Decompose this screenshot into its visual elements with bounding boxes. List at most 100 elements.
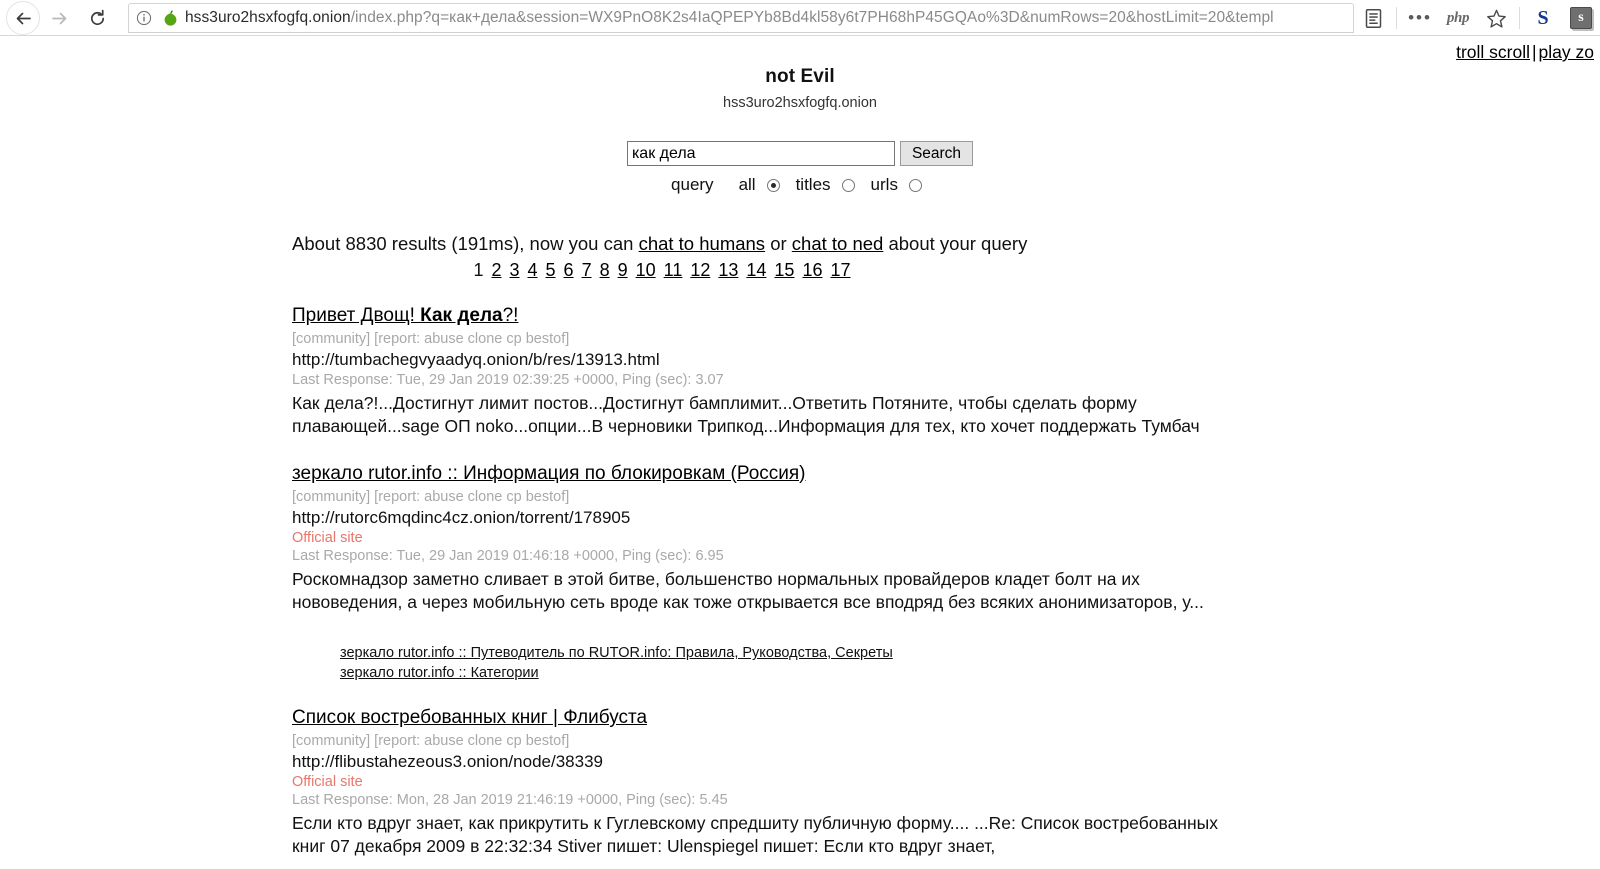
bookmark-button[interactable]	[1477, 0, 1515, 36]
toolbar-icon-group: ••• php S s	[1354, 0, 1600, 36]
back-arrow-icon	[16, 12, 31, 24]
summary-prefix: About 8830 results (191ms), now you can	[292, 233, 639, 254]
scope-option-urls-label: urls	[870, 175, 898, 194]
site-header: not Evil hss3uro2hsxfogfq.onion	[0, 36, 1600, 111]
result-url[interactable]: http://tumbachegvyaadyq.onion/b/res/1391…	[292, 350, 1570, 370]
official-site-badge: Official site	[292, 774, 363, 791]
reload-button[interactable]	[78, 0, 116, 36]
onion-icon	[164, 10, 176, 26]
scope-option-titles-label: titles	[795, 175, 831, 194]
reader-view-icon	[1365, 8, 1381, 28]
result-sublink[interactable]: зеркало rutor.info :: Путеводитель по RU…	[340, 644, 1570, 664]
star-icon	[1486, 9, 1506, 28]
result-snippet: Как дела?!...Достигнут лимит постов...До…	[292, 393, 1200, 437]
search-button[interactable]: Search	[899, 141, 974, 166]
results-region: About 8830 results (191ms), now you can …	[0, 233, 1600, 859]
pagination-page[interactable]: 8	[600, 260, 610, 280]
page-content: troll scroll | play zo not Evil hss3uro2hs…	[0, 36, 1600, 869]
pagination-page[interactable]: 2	[491, 260, 501, 280]
search-result-item: Привет Двощ! Как дела?! [community] [rep…	[292, 305, 1570, 439]
site-title: not Evil	[765, 66, 835, 87]
summary-middle: or	[765, 233, 792, 254]
corner-link-separator: |	[1532, 42, 1537, 62]
reader-view-button[interactable]	[1354, 0, 1392, 36]
toolbar-divider-2	[1519, 7, 1520, 29]
scope-radio-titles[interactable]	[841, 178, 855, 192]
scope-radio-all[interactable]	[766, 178, 780, 192]
scope-label: query	[671, 175, 714, 194]
result-tags[interactable]: [community] [report: abuse clone cp best…	[292, 331, 1570, 347]
pagination-page[interactable]: 11	[664, 260, 683, 280]
result-meta: Last Response: Tue, 29 Jan 2019 01:46:18…	[292, 547, 724, 564]
pagination-page[interactable]: 5	[546, 260, 556, 280]
result-meta: Last Response: Tue, 29 Jan 2019 02:39:25…	[292, 372, 724, 388]
result-tags[interactable]: [community] [report: abuse clone cp best…	[292, 489, 1570, 505]
search-result-item: Список востребованных книг | Флибуста [c…	[292, 707, 1570, 859]
forward-button[interactable]	[40, 0, 78, 36]
result-title-highlight: Как дела	[420, 305, 503, 326]
result-url[interactable]: http://flibustahezeous3.onion/node/38339	[292, 752, 1570, 772]
pagination-page[interactable]: 3	[510, 260, 520, 280]
pagination-page[interactable]: 17	[830, 260, 850, 280]
search-scope-row: query all titles urls	[0, 175, 1600, 195]
url-text: hss3uro2hsxfogfq.onion/index.php?q=как+д…	[181, 9, 1353, 27]
chat-to-ned-link[interactable]: chat to ned	[792, 233, 884, 254]
onion-favicon	[159, 9, 181, 27]
pagination-page[interactable]: 9	[618, 260, 628, 280]
pagination-page[interactable]: 10	[636, 260, 656, 280]
result-meta: Last Response: Mon, 28 Jan 2019 21:46:19…	[292, 792, 728, 809]
forward-arrow-icon	[51, 12, 66, 24]
search-input[interactable]	[626, 141, 895, 166]
info-circle-icon	[136, 10, 152, 26]
pagination-page[interactable]: 7	[582, 260, 592, 280]
extension-s2-button[interactable]: s	[1562, 0, 1600, 36]
site-domain: hss3uro2hsxfogfq.onion	[723, 95, 877, 111]
pagination-page[interactable]: 6	[564, 260, 574, 280]
search-form: Search query all titles urls	[0, 141, 1600, 195]
official-site-badge: Official site	[292, 529, 363, 546]
url-host: hss3uro2hsxfogfq.onion	[185, 9, 351, 26]
summary-suffix: about your query	[883, 233, 1028, 254]
more-options-button[interactable]: •••	[1401, 0, 1439, 36]
more-options-icon: •••	[1408, 8, 1432, 27]
result-title-tail: ?!	[502, 305, 519, 326]
result-tags[interactable]: [community] [report: abuse clone cp best…	[292, 733, 1570, 749]
result-sublink[interactable]: зеркало rutor.info :: Категории	[340, 664, 1570, 684]
pagination-page[interactable]: 4	[528, 260, 538, 280]
result-title-text: Привет Двощ!	[292, 305, 421, 326]
play-zone-link[interactable]: play zo	[1539, 42, 1594, 62]
chat-to-humans-link[interactable]: chat to humans	[639, 233, 766, 254]
search-row: Search	[626, 141, 974, 166]
php-icon: php	[1446, 9, 1470, 26]
results-summary: About 8830 results (191ms), now you can …	[292, 233, 1570, 255]
result-url[interactable]: http://rutorc6mqdinc4cz.onion/torrent/17…	[292, 508, 1570, 528]
pagination-page[interactable]: 14	[746, 260, 766, 280]
browser-toolbar: hss3uro2hsxfogfq.onion/index.php?q=как+д…	[0, 0, 1600, 36]
site-info-button[interactable]	[129, 10, 159, 26]
extension-s-button[interactable]: S	[1524, 0, 1562, 36]
result-title-link[interactable]: зеркало rutor.info :: Информация по блок…	[292, 463, 806, 485]
search-result-item: зеркало rutor.info :: Информация по блок…	[292, 463, 1570, 684]
scope-radio-urls[interactable]	[908, 178, 922, 192]
address-bar[interactable]: hss3uro2hsxfogfq.onion/index.php?q=как+д…	[128, 3, 1354, 33]
php-extension-button[interactable]: php	[1439, 0, 1477, 36]
result-title-link[interactable]: Привет Двощ! Как дела?!	[292, 305, 518, 327]
back-button[interactable]	[6, 1, 40, 35]
pagination-page[interactable]: 12	[690, 260, 710, 280]
boxed-s-icon: s	[1570, 7, 1592, 29]
toolbar-divider	[1396, 7, 1397, 29]
pagination: 1 2 3 4 5 6 7 8 9 10 11 12 13 14 15 16 17	[292, 260, 1032, 281]
result-snippet: Роскомнадзор заметно сливает в этой битв…	[292, 568, 1204, 612]
pagination-page[interactable]: 15	[774, 260, 794, 280]
corner-links: troll scroll | play zo	[1456, 42, 1594, 63]
result-snippet: Если кто вдруг знает, как прикрутить к Г…	[292, 813, 1218, 857]
result-sublinks: зеркало rutor.info :: Путеводитель по RU…	[292, 644, 1570, 683]
pagination-current-page: 1	[473, 260, 484, 280]
pagination-page[interactable]: 13	[718, 260, 738, 280]
troll-scroll-link[interactable]: troll scroll	[1456, 42, 1530, 62]
url-path: /index.php?q=как+дела&session=WX9PnO8K2s…	[350, 9, 1274, 26]
result-title-link[interactable]: Список востребованных книг | Флибуста	[292, 707, 647, 729]
letter-s-icon: S	[1537, 6, 1549, 29]
reload-icon	[90, 9, 104, 25]
pagination-page[interactable]: 16	[802, 260, 822, 280]
